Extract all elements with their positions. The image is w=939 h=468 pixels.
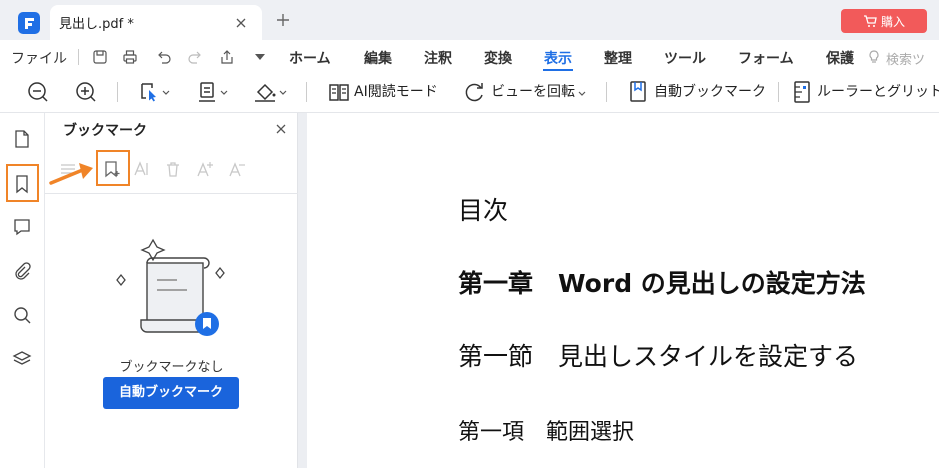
share-icon[interactable]: [219, 49, 235, 65]
menu-form[interactable]: フォーム: [738, 48, 794, 68]
document-gutter: [298, 113, 307, 468]
increase-font-icon[interactable]: [196, 160, 214, 178]
toolbar-separator: [606, 82, 607, 102]
menu-protect[interactable]: 保護: [826, 48, 854, 68]
auto-bookmark-label[interactable]: 自動ブックマーク: [654, 81, 766, 101]
rotate-view-chevron-icon[interactable]: [577, 80, 589, 104]
close-panel-icon[interactable]: [274, 122, 288, 136]
toolbar-separator: [778, 82, 779, 102]
menu-view[interactable]: 表示: [544, 48, 572, 68]
bookmark-panel: ブックマーク ブックマークなし 自動ブックマーク: [45, 113, 298, 468]
search-icon[interactable]: [12, 305, 32, 325]
menu-convert[interactable]: 変換: [484, 48, 512, 68]
document-tab-title: 見出し.pdf *: [59, 17, 134, 32]
panel-divider: [45, 193, 298, 194]
zoom-in-icon[interactable]: [74, 80, 98, 104]
redo-icon[interactable]: [187, 49, 203, 65]
layers-icon[interactable]: [12, 349, 32, 369]
lightbulb-icon: [866, 49, 882, 65]
section-heading: 第一節 見出しスタイルを設定する: [458, 342, 859, 371]
comment-icon[interactable]: [12, 217, 32, 237]
auto-bookmark-icon[interactable]: [628, 80, 648, 104]
buy-button[interactable]: 購入: [841, 9, 927, 33]
zoom-out-icon[interactable]: [26, 80, 50, 104]
toc-heading: 目次: [458, 196, 509, 225]
menu-bar: ファイル ホーム 編集 注釈 変換 表示 整理 ツール フォーム 保護 検索ツ: [0, 40, 939, 72]
rotate-view-label[interactable]: ビューを回転: [491, 81, 575, 101]
search-tools-input[interactable]: 検索ツ: [886, 49, 925, 68]
delete-bookmark-icon[interactable]: [164, 160, 182, 178]
active-menu-underline: [543, 69, 573, 71]
decrease-font-icon[interactable]: [228, 160, 246, 178]
panel-title: ブックマーク: [63, 123, 147, 139]
document-tab[interactable]: 見出し.pdf *: [50, 5, 262, 41]
subsection-heading: 第一項 範囲選択: [458, 420, 635, 445]
bookmark-icon[interactable]: [12, 174, 32, 194]
attachment-icon[interactable]: [12, 261, 32, 281]
toolbar-separator: [306, 82, 307, 102]
buy-button-label: 購入: [881, 15, 906, 29]
print-icon[interactable]: [122, 49, 138, 65]
dropdown-arrow-icon[interactable]: [252, 49, 268, 65]
save-icon[interactable]: [92, 49, 108, 65]
add-bookmark-icon[interactable]: [103, 160, 121, 178]
rotate-view-icon[interactable]: [464, 80, 486, 104]
menu-annotate[interactable]: 注釈: [424, 48, 452, 68]
page-display-icon[interactable]: [196, 80, 230, 104]
ruler-grid-label[interactable]: ルーラーとグリット: [817, 81, 939, 101]
auto-bookmark-button[interactable]: 自動ブックマーク: [103, 377, 239, 409]
select-tool-icon[interactable]: [138, 80, 172, 104]
cart-icon: [863, 14, 877, 28]
ai-read-mode-icon[interactable]: [328, 80, 350, 104]
ruler-icon[interactable]: [792, 80, 812, 104]
left-sidebar-rail: [0, 113, 45, 468]
toolbar-separator: [117, 82, 118, 102]
title-bar: 見出し.pdf * 購入: [0, 0, 939, 41]
app-logo-icon: [18, 12, 40, 34]
close-tab-icon[interactable]: [233, 15, 249, 31]
empty-bookmark-illustration-icon: [107, 238, 237, 338]
new-tab-plus-icon[interactable]: [275, 12, 291, 28]
page-thumbnail-icon[interactable]: [12, 129, 32, 149]
menu-organize[interactable]: 整理: [604, 48, 632, 68]
rename-bookmark-icon[interactable]: [133, 160, 151, 178]
undo-icon[interactable]: [156, 49, 172, 65]
menu-tools[interactable]: ツール: [664, 48, 706, 68]
ai-read-mode-label[interactable]: AI閲読モード: [354, 81, 438, 101]
menu-home[interactable]: ホーム: [289, 48, 331, 68]
chapter-heading: 第一章 Word の見出しの設定方法: [458, 269, 866, 298]
menu-edit[interactable]: 編集: [364, 48, 392, 68]
menu-separator: [78, 49, 79, 65]
fill-color-icon[interactable]: [252, 80, 290, 104]
empty-bookmark-text: ブックマークなし: [119, 360, 224, 375]
document-page[interactable]: 目次 第一章 Word の見出しの設定方法 第一節 見出しスタイルを設定する 第…: [307, 113, 939, 468]
pointer-arrow-icon: [49, 161, 97, 187]
toolbar: AI閲読モード ビューを回転 自動ブックマーク ルーラーとグリット: [0, 72, 939, 113]
menu-file[interactable]: ファイル: [11, 48, 67, 68]
